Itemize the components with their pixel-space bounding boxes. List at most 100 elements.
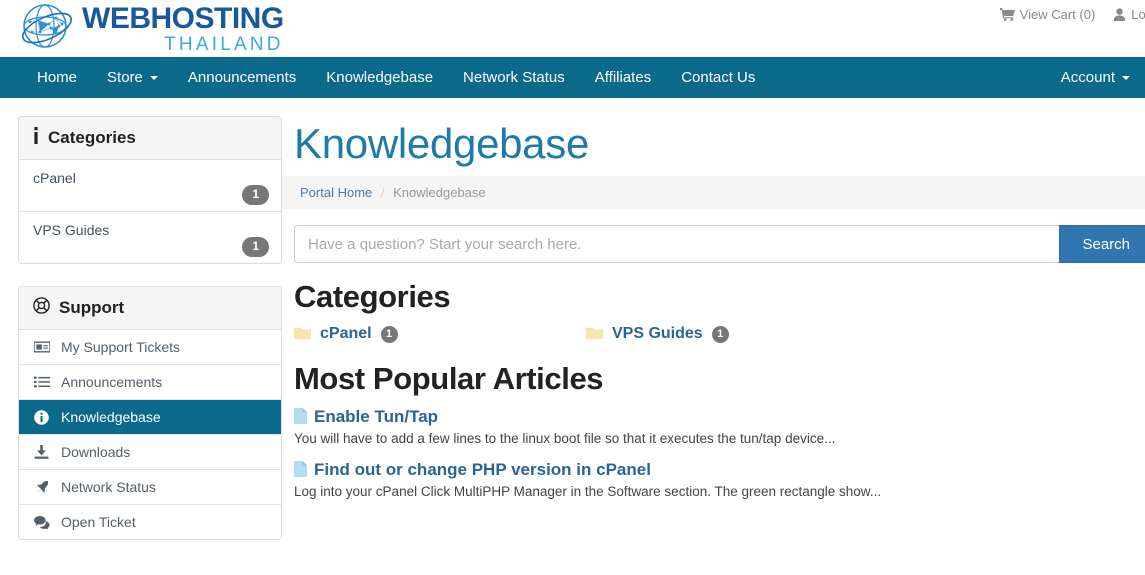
file-icon [294,407,307,427]
sidebar-item-label: Open Ticket [61,514,136,530]
nav-label: Affiliates [594,69,652,86]
category-cell-vps-guides: VPS Guides 1 [586,325,878,343]
support-menu-list: My Support Tickets Announcements Knowled… [19,330,281,539]
category-link-cpanel[interactable]: cPanel [320,325,372,343]
logo-wordmark: WEBHOSTING THAILAND [82,2,284,55]
search-form: Search [294,225,1145,263]
login-link[interactable]: Log [1113,7,1145,22]
articles-heading: Most Popular Articles [294,361,604,396]
nav-label: Home [37,69,78,86]
sidebar-category-vps-guides[interactable]: VPS Guides [19,212,281,263]
category-cell-cpanel: cPanel 1 [294,325,586,343]
categories-panel-title: Categories [48,128,136,147]
nav-item-network-status[interactable]: Network Status [448,57,580,98]
nav-label: Contact Us [681,69,756,86]
nav-label: Account [1060,69,1115,86]
folder-icon [586,326,603,343]
nav-label: Network Status [463,69,565,86]
lifebuoy-icon [33,297,50,319]
list-item: cPanel 1 [19,160,281,211]
nav-item-affiliates[interactable]: Affiliates [580,57,666,98]
info-circle-icon [33,409,50,425]
list-item: Downloads [19,434,281,469]
user-icon [1113,8,1126,21]
category-count-badge: 1 [380,325,398,343]
file-icon [294,460,307,480]
breadcrumb-portal-home[interactable]: Portal Home [300,185,372,200]
article-link[interactable]: Find out or change PHP version in cPanel [314,460,651,480]
list-item: Open Ticket [19,504,281,539]
categories-panel-header: Categories [19,117,281,160]
list-item: My Support Tickets [19,330,281,364]
list-icon [33,376,50,388]
info-icon [33,127,39,149]
top-utility-bar: WEBHOSTING THAILAND View Cart (0) Log [0,0,1145,57]
category-count-badge: 1 [711,325,729,343]
login-label: Log [1131,7,1145,22]
sidebar-category-label: VPS Guides [33,222,110,238]
chevron-down-icon [149,75,158,80]
sidebar-item-label: Network Status [61,479,156,495]
sidebar-item-announcements[interactable]: Announcements [19,365,281,399]
utility-links: View Cart (0) Log [999,7,1145,22]
page-body: Categories cPanel 1 VPS Guides 1 Support… [0,98,1145,562]
article-excerpt: You will have to add a few lines to the … [294,431,836,446]
list-item: VPS Guides 1 [19,211,281,263]
nav-item-home[interactable]: Home [22,57,92,98]
sidebar-item-my-support-tickets[interactable]: My Support Tickets [19,330,281,364]
article-header: Enable Tun/Tap [294,407,1145,427]
nav-items: Home Store Announcements Knowledgebase N… [22,57,770,98]
folder-icon [294,326,311,343]
logo-main-text: WEBHOSTING [82,2,284,35]
breadcrumb-separator: / [380,185,385,200]
sidebar-category-label: cPanel [33,170,76,186]
sidebar-category-cpanel[interactable]: cPanel [19,160,281,211]
sidebar-item-label: Announcements [61,374,163,390]
list-item: Knowledgebase [19,399,281,434]
support-panel: Support My Support Tickets Announcements… [18,286,282,540]
sidebar-category-list: cPanel 1 VPS Guides 1 [19,160,281,263]
breadcrumb: Portal Home / Knowledgebase [282,176,1145,209]
sidebar-item-knowledgebase[interactable]: Knowledgebase [19,400,281,434]
sidebar: Categories cPanel 1 VPS Guides 1 Support… [0,98,282,562]
category-count-badge: 1 [242,185,269,205]
cart-icon [999,8,1015,21]
comments-icon [33,515,50,529]
ticket-icon [33,341,50,353]
sidebar-item-label: My Support Tickets [61,339,181,355]
nav-item-contact-us[interactable]: Contact Us [666,57,770,98]
breadcrumb-current: Knowledgebase [393,185,486,200]
support-panel-title: Support [59,298,125,317]
list-item: Network Status [19,469,281,504]
category-count-badge: 1 [242,237,269,257]
support-panel-header: Support [19,287,281,330]
nav-label: Knowledgebase [326,69,434,86]
article-excerpt: Log into your cPanel Click MultiPHP Mana… [294,484,882,500]
categories-panel: Categories cPanel 1 VPS Guides 1 [18,116,282,264]
site-logo[interactable]: WEBHOSTING THAILAND [18,2,284,54]
nav-item-knowledgebase[interactable]: Knowledgebase [311,57,448,98]
sidebar-item-network-status[interactable]: Network Status [19,470,281,504]
pin-icon [33,480,50,495]
nav-account-area: Account [1046,57,1145,98]
sidebar-item-label: Downloads [61,444,131,460]
nav-item-announcements[interactable]: Announcements [173,57,311,98]
nav-label: Store [107,69,143,86]
search-input[interactable] [294,225,1060,263]
main-content: Knowledgebase Portal Home / Knowledgebas… [282,98,1145,513]
view-cart-link[interactable]: View Cart (0) [999,7,1095,22]
sidebar-item-downloads[interactable]: Downloads [19,435,281,469]
logo-sub-text: THAILAND [164,34,284,55]
nav-item-store[interactable]: Store [92,57,173,98]
categories-heading: Categories [294,279,451,314]
download-icon [33,445,50,459]
article-item: Find out or change PHP version in cPanel… [294,460,1145,501]
category-grid: cPanel 1 VPS Guides 1 [294,325,1145,343]
search-button[interactable]: Search [1059,225,1145,263]
page-title: Knowledgebase [294,120,590,167]
main-navigation: Home Store Announcements Knowledgebase N… [0,57,1145,98]
article-link[interactable]: Enable Tun/Tap [314,407,438,427]
category-link-vps-guides[interactable]: VPS Guides [612,325,703,343]
sidebar-item-open-ticket[interactable]: Open Ticket [19,505,281,539]
nav-item-account[interactable]: Account [1046,57,1145,98]
